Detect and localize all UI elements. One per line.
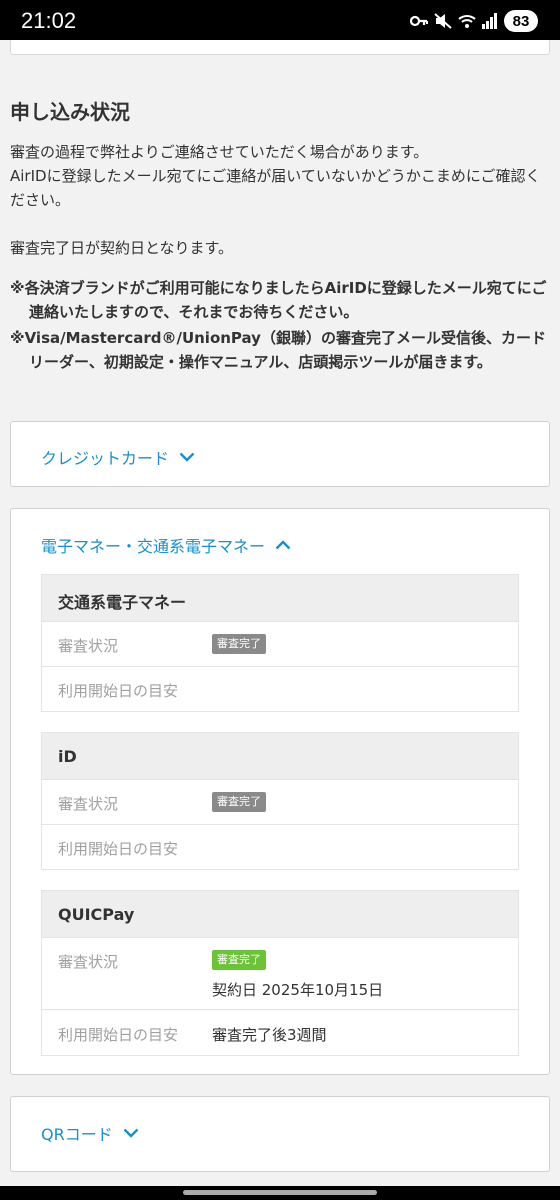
start-date-value: 審査完了後3週間 bbox=[212, 1026, 327, 1044]
start-date-row: 利用開始日の目安 審査完了後3週間 bbox=[42, 1009, 518, 1055]
intro-line: 審査完了日が契約日となります。 bbox=[10, 239, 234, 257]
intro-line: AirIDに登録したメール宛てにご連絡が届いていないかどうかこまめにご確認くださ… bbox=[10, 167, 541, 209]
previous-card-edge bbox=[10, 40, 550, 55]
note-text: ※Visa/Mastercard®/UnionPay（銀聯）の審査完了メール受信… bbox=[10, 329, 546, 371]
mute-icon bbox=[434, 13, 452, 29]
accordion-emoney: 電子マネー・交通系電子マネー 交通系電子マネー 審査状況 審査完了 利用開始日の… bbox=[10, 508, 550, 1075]
status-badge: 審査完了 bbox=[212, 634, 266, 654]
start-date-label: 利用開始日の目安 bbox=[58, 840, 179, 858]
key-icon bbox=[410, 15, 428, 27]
start-date-row: 利用開始日の目安 bbox=[42, 666, 518, 711]
contract-date: 契約日 2025年10月15日 bbox=[212, 981, 384, 999]
battery-icon: 83 bbox=[504, 10, 538, 32]
status-label: 審査状況 bbox=[58, 795, 119, 813]
accordion-qr-code[interactable]: QRコード bbox=[10, 1096, 550, 1172]
block-title: iD bbox=[42, 733, 518, 779]
accordion-header-qr[interactable]: QRコード bbox=[41, 1121, 139, 1145]
status-label: 審査状況 bbox=[58, 953, 119, 971]
accordion-label: クレジットカード bbox=[41, 449, 170, 468]
chevron-down-icon bbox=[123, 1128, 139, 1138]
accordion-header-credit[interactable]: クレジットカード bbox=[41, 445, 195, 469]
start-date-label: 利用開始日の目安 bbox=[58, 682, 179, 700]
page-title: 申し込み状況 bbox=[10, 100, 130, 124]
status-badge: 審査完了 bbox=[212, 950, 266, 970]
emoney-block-quicpay: QUICPay 審査状況 審査完了 契約日 2025年10月15日 利用開始日の… bbox=[41, 890, 519, 1056]
accordion-credit-card[interactable]: クレジットカード bbox=[10, 421, 550, 487]
block-title: QUICPay bbox=[42, 891, 518, 937]
intro-line: 審査の過程で弊社よりご連絡させていただく場合があります。 bbox=[10, 143, 429, 161]
home-handle[interactable] bbox=[183, 1190, 377, 1195]
chevron-up-icon bbox=[275, 540, 291, 550]
status-label: 審査状況 bbox=[58, 637, 119, 655]
wifi-icon bbox=[458, 13, 476, 29]
emoney-block-transport: 交通系電子マネー 審査状況 審査完了 利用開始日の目安 bbox=[41, 574, 519, 712]
accordion-label: QRコード bbox=[41, 1125, 113, 1144]
start-date-label: 利用開始日の目安 bbox=[58, 1026, 179, 1044]
status-badge: 審査完了 bbox=[212, 792, 266, 812]
start-date-row: 利用開始日の目安 bbox=[42, 824, 518, 869]
signal-icon bbox=[482, 13, 498, 29]
chevron-down-icon bbox=[179, 452, 195, 462]
note-text: ※各決済ブランドがご利用可能になりましたらAirIDに登録したメール宛てにご連絡… bbox=[10, 279, 547, 321]
emoney-block-id: iD 審査状況 審査完了 利用開始日の目安 bbox=[41, 732, 519, 870]
block-title: 交通系電子マネー bbox=[42, 575, 518, 621]
intro-text: 審査の過程で弊社よりご連絡させていただく場合があります。 AirIDに登録したメ… bbox=[10, 140, 550, 260]
navigation-bar bbox=[0, 1186, 560, 1200]
status-row: 審査状況 審査完了 bbox=[42, 621, 518, 666]
status-icons: 83 bbox=[410, 10, 538, 32]
status-time: 21:02 bbox=[21, 8, 77, 33]
accordion-label: 電子マネー・交通系電子マネー bbox=[41, 537, 266, 556]
accordion-header-emoney[interactable]: 電子マネー・交通系電子マネー bbox=[41, 533, 291, 557]
status-bar: 21:02 83 bbox=[0, 0, 560, 40]
status-row: 審査状況 審査完了 契約日 2025年10月15日 bbox=[42, 937, 518, 1009]
status-row: 審査状況 審査完了 bbox=[42, 779, 518, 824]
